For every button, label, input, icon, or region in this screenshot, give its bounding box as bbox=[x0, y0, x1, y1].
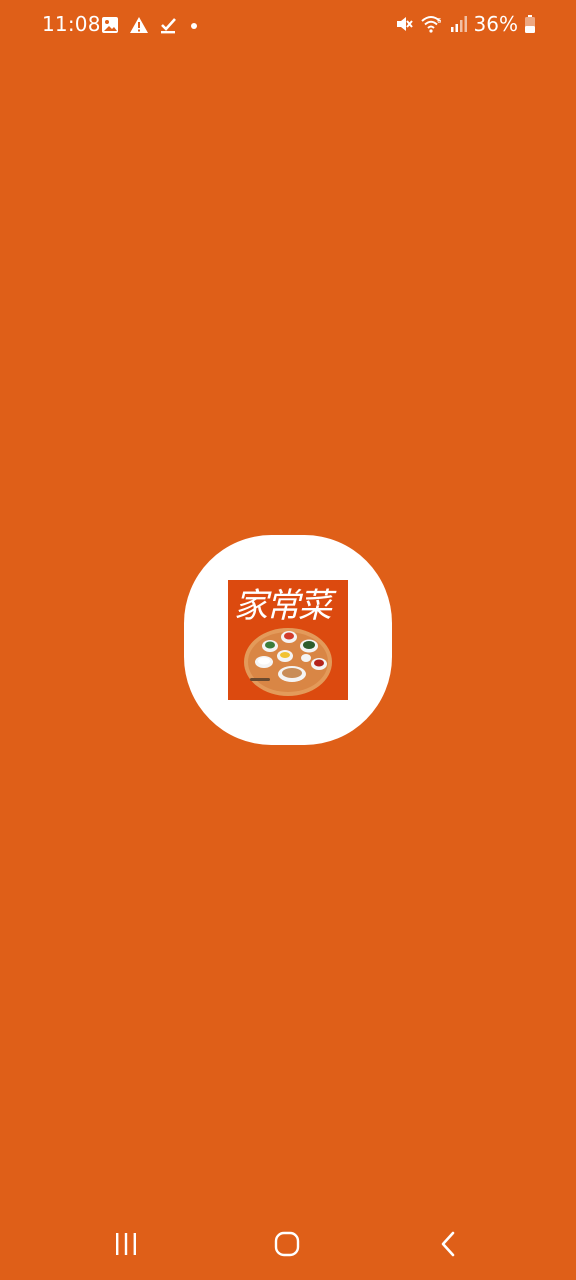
battery-icon bbox=[524, 14, 536, 34]
recent-apps-button[interactable] bbox=[96, 1226, 156, 1262]
mute-icon bbox=[394, 14, 414, 34]
battery-percent: 36% bbox=[473, 12, 518, 36]
back-icon bbox=[441, 1231, 455, 1257]
navigation-bar bbox=[0, 1208, 576, 1280]
status-bar: 11:08 6 36% bbox=[0, 0, 576, 50]
app-logo-text: 家常菜 bbox=[234, 586, 332, 626]
signal-icon bbox=[450, 14, 468, 34]
wifi-icon: 6 bbox=[420, 14, 444, 34]
gallery-icon bbox=[100, 15, 120, 35]
back-button[interactable] bbox=[419, 1226, 479, 1262]
status-right-icons: 6 36% bbox=[394, 11, 536, 37]
splash-logo-container: 家常菜 bbox=[184, 535, 392, 745]
svg-text:6: 6 bbox=[437, 17, 442, 25]
notification-dot-icon bbox=[187, 15, 201, 35]
alert-icon bbox=[129, 15, 149, 35]
status-left-icons bbox=[100, 13, 201, 37]
status-time: 11:08 bbox=[42, 12, 101, 36]
download-done-icon bbox=[158, 15, 178, 35]
recent-apps-icon bbox=[116, 1233, 136, 1255]
home-button[interactable] bbox=[257, 1226, 317, 1262]
app-logo: 家常菜 bbox=[228, 580, 348, 700]
home-icon bbox=[274, 1231, 300, 1257]
